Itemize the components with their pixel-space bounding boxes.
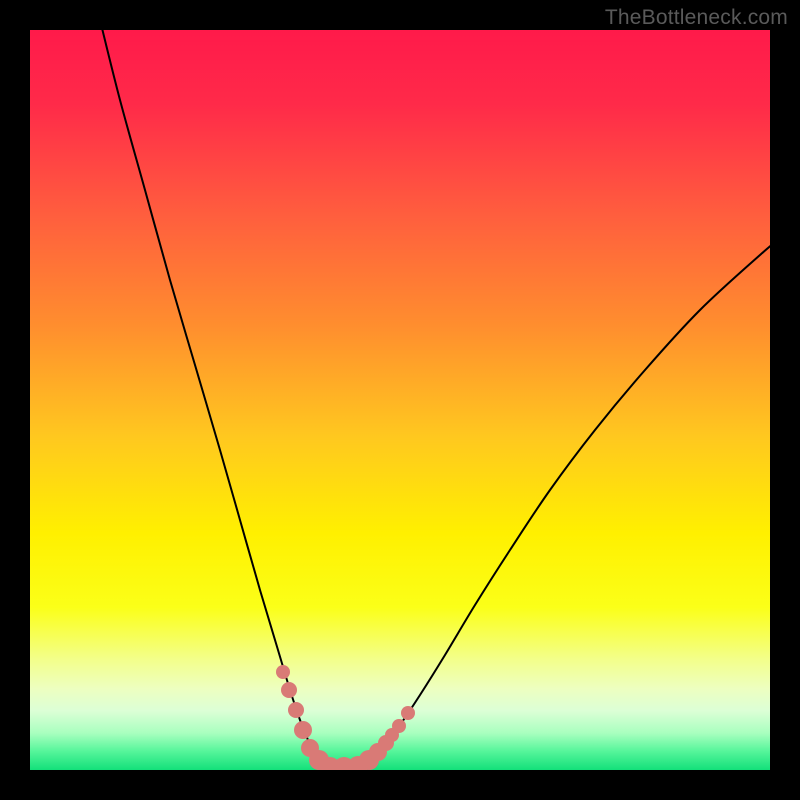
pink-marker <box>392 719 406 733</box>
pink-marker <box>294 721 312 739</box>
pink-marker <box>288 702 304 718</box>
pink-marker <box>401 706 415 720</box>
chart-area <box>30 30 770 770</box>
bottleneck-curve <box>100 30 770 768</box>
pink-marker <box>276 665 290 679</box>
pink-marker <box>281 682 297 698</box>
watermark-text: TheBottleneck.com <box>605 6 788 30</box>
pink-markers-group <box>276 665 415 770</box>
chart-svg <box>30 30 770 770</box>
